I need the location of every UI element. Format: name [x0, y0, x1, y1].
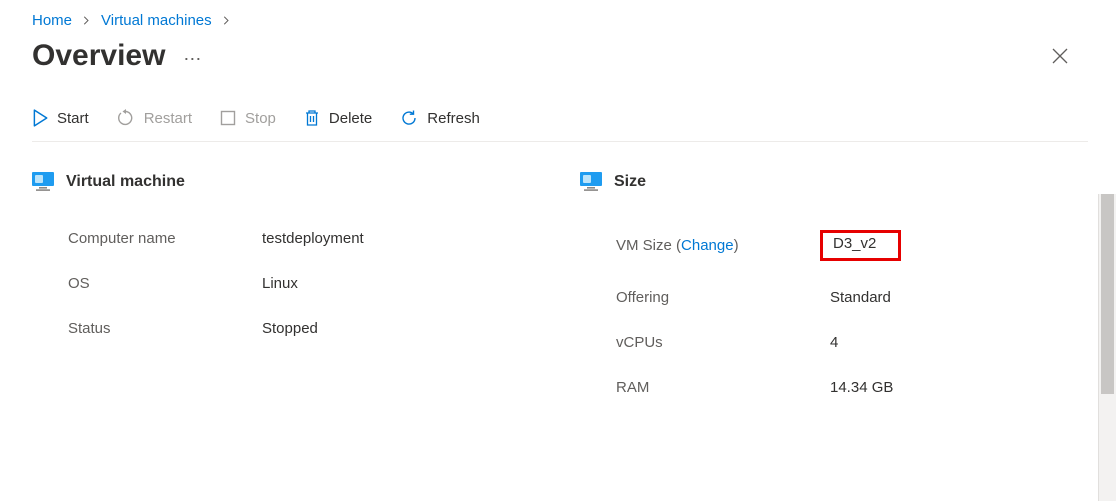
scrollbar-thumb[interactable]	[1101, 194, 1114, 394]
vcpus-value: 4	[830, 334, 838, 351]
size-section-title: Size	[614, 173, 646, 191]
monitor-icon	[580, 172, 602, 192]
start-button[interactable]: Start	[32, 109, 89, 127]
delete-button[interactable]: Delete	[304, 109, 372, 127]
stop-button: Stop	[220, 110, 276, 127]
refresh-label: Refresh	[427, 110, 480, 127]
toolbar: Start Restart Stop Delete	[32, 109, 1088, 142]
chevron-right-icon	[82, 13, 91, 28]
os-value: Linux	[262, 275, 298, 292]
size-section: Size VM Size (Change) D3_v2 Offering Sta…	[580, 172, 1088, 410]
ram-value: 14.34 GB	[830, 379, 893, 396]
prop-row-status: Status Stopped	[32, 306, 540, 351]
offering-label: Offering	[580, 289, 830, 306]
delete-label: Delete	[329, 110, 372, 127]
offering-value: Standard	[830, 289, 891, 306]
refresh-icon	[400, 109, 418, 127]
breadcrumb-home[interactable]: Home	[32, 12, 72, 29]
trash-icon	[304, 109, 320, 127]
restart-button: Restart	[117, 109, 192, 127]
computer-name-label: Computer name	[32, 230, 262, 247]
start-label: Start	[57, 110, 89, 127]
monitor-icon	[32, 172, 54, 192]
prop-row-os: OS Linux	[32, 261, 540, 306]
vm-size-highlight: D3_v2	[820, 230, 901, 261]
status-value: Stopped	[262, 320, 318, 337]
scrollbar[interactable]	[1098, 194, 1116, 501]
breadcrumb: Home Virtual machines	[32, 12, 1088, 29]
vm-section-title: Virtual machine	[66, 173, 185, 191]
close-icon	[1052, 48, 1068, 64]
prop-row-computer-name: Computer name testdeployment	[32, 216, 540, 261]
ram-label: RAM	[580, 379, 830, 396]
prop-row-offering: Offering Standard	[580, 275, 1088, 320]
prop-row-ram: RAM 14.34 GB	[580, 365, 1088, 410]
virtual-machine-section: Virtual machine Computer name testdeploy…	[32, 172, 540, 410]
close-button[interactable]	[1050, 46, 1070, 66]
status-label: Status	[32, 320, 262, 337]
change-link[interactable]: Change	[681, 237, 734, 254]
stop-icon	[220, 110, 236, 126]
vm-size-value: D3_v2	[830, 230, 901, 261]
stop-label: Stop	[245, 110, 276, 127]
restart-label: Restart	[144, 110, 192, 127]
restart-icon	[117, 109, 135, 127]
os-label: OS	[32, 275, 262, 292]
play-icon	[32, 109, 48, 127]
prop-row-vcpus: vCPUs 4	[580, 320, 1088, 365]
vcpus-label: vCPUs	[580, 334, 830, 351]
computer-name-value: testdeployment	[262, 230, 364, 247]
more-actions-icon[interactable]: ⋯	[183, 44, 202, 68]
vm-size-label: VM Size (Change)	[580, 237, 830, 254]
page-title: Overview	[32, 39, 165, 73]
prop-row-vm-size: VM Size (Change) D3_v2	[580, 216, 1088, 275]
refresh-button[interactable]: Refresh	[400, 109, 480, 127]
breadcrumb-virtual-machines[interactable]: Virtual machines	[101, 12, 212, 29]
chevron-right-icon	[222, 13, 231, 28]
